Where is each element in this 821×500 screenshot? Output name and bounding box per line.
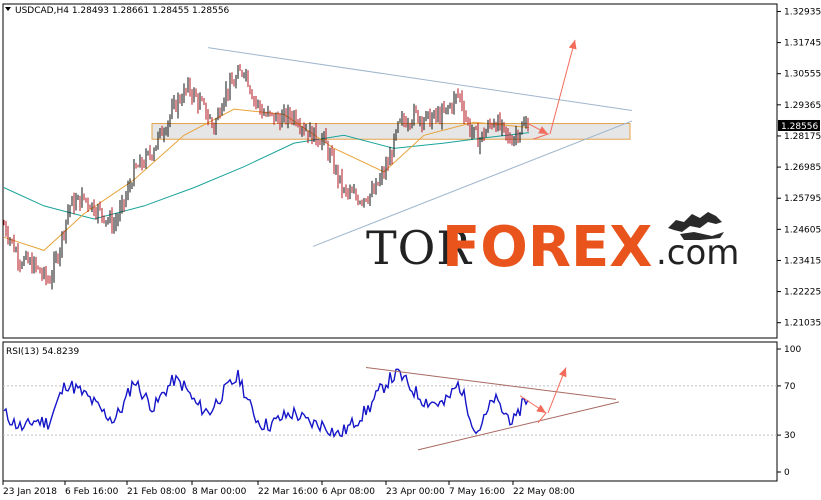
x-tick-label: 22 May 08:00	[513, 487, 575, 497]
price-y-tick-label: 1.22225	[784, 288, 821, 298]
rsi-y-tick-label: 100	[784, 345, 801, 355]
x-tick-label: 23 Apr 00:00	[386, 487, 445, 497]
x-tick-label: 7 May 16:00	[449, 487, 505, 497]
price-y-tick-label: 1.28175	[784, 132, 821, 142]
rsi-title: RSI(13) 54.8239	[6, 347, 79, 357]
last-price-tag: 1.28556	[778, 119, 820, 132]
x-tick-label: 6 Feb 16:00	[65, 487, 119, 497]
rsi-y-tick-label: 70	[784, 382, 796, 392]
price-y-tick-label: 1.29365	[784, 101, 821, 111]
price-chart-title: USDCAD,H4 1.28493 1.28661 1.28455 1.2855…	[15, 6, 230, 16]
last-price-label: 1.28556	[781, 122, 818, 132]
price-y-tick-label: 1.25795	[784, 194, 821, 204]
rsi-y-tick-label: 0	[784, 468, 790, 478]
price-y-tick-label: 1.24605	[784, 225, 821, 235]
price-y-tick-label: 1.31745	[784, 39, 821, 49]
rsi-y-tick-label: 30	[784, 431, 796, 441]
x-tick-label: 23 Jan 2018	[3, 487, 57, 497]
price-y-tick-label: 1.23415	[784, 256, 821, 266]
x-tick-label: 6 Apr 08:00	[322, 487, 375, 497]
price-y-tick-label: 1.32935	[784, 7, 821, 17]
watermark: TOR FOREX .com	[366, 212, 739, 280]
price-y-tick-label: 1.30555	[784, 70, 821, 80]
support-zone-layer	[151, 123, 631, 140]
price-y-tick-label: 1.26985	[784, 163, 821, 173]
x-tick-label: 8 Mar 00:00	[192, 487, 247, 497]
x-tick-label: 22 Mar 16:00	[258, 487, 318, 497]
support-resistance-zone	[151, 123, 631, 140]
chart-canvas: TOR FOREX .com USDCAD,H4 1.28493 1.28661…	[0, 0, 821, 500]
x-tick-label: 21 Feb 08:00	[127, 487, 186, 497]
watermark-forex: FOREX	[442, 215, 652, 280]
price-y-tick-label: 1.21035	[784, 319, 821, 329]
